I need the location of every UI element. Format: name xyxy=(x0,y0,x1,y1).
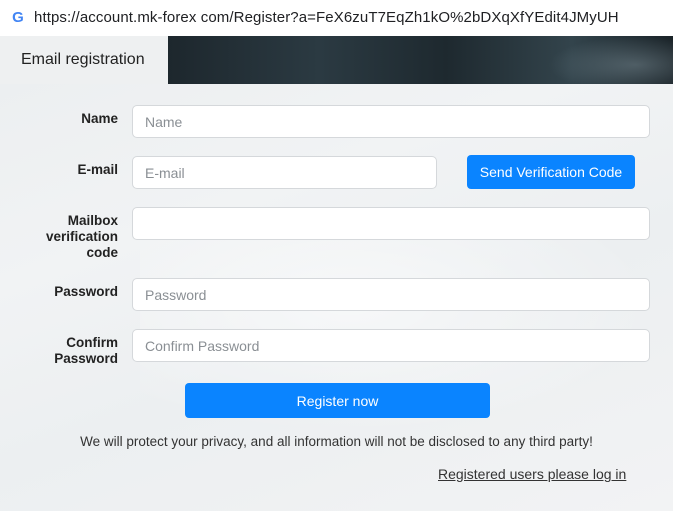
browser-address-bar: G https://account.mk-forex com/Register?… xyxy=(0,0,673,36)
url-text[interactable]: https://account.mk-forex com/Register?a=… xyxy=(34,9,619,26)
email-label: E-mail xyxy=(77,162,118,177)
name-label: Name xyxy=(81,111,118,126)
verification-label-line2: verification xyxy=(45,229,118,244)
send-verification-code-button[interactable]: Send Verification Code xyxy=(467,155,635,189)
login-link[interactable]: Registered users please log in xyxy=(438,466,626,482)
password-label: Password xyxy=(54,284,118,299)
verification-label-line3: code xyxy=(86,245,118,260)
confirm-password-label: Confirm Password xyxy=(8,335,118,367)
confirm-password-input[interactable] xyxy=(132,329,650,362)
register-now-button[interactable]: Register now xyxy=(185,383,490,418)
verification-code-input[interactable] xyxy=(132,207,650,240)
confirm-label-line1: Confirm xyxy=(66,335,118,350)
tab-label: Email registration xyxy=(21,51,145,68)
privacy-notice: We will protect your privacy, and all in… xyxy=(80,434,593,449)
registration-page: Email registration Name E-mail Send Veri… xyxy=(0,36,673,511)
verification-code-label: Mailbox verification code xyxy=(8,213,118,261)
google-g-icon: G xyxy=(12,9,24,26)
confirm-label-line2: Password xyxy=(54,351,118,366)
tab-email-registration[interactable]: Email registration xyxy=(0,36,168,84)
header-banner-image xyxy=(168,36,673,84)
verification-label-line1: Mailbox xyxy=(67,213,118,228)
name-input[interactable] xyxy=(132,105,650,138)
password-input[interactable] xyxy=(132,278,650,311)
email-input[interactable] xyxy=(132,156,437,189)
